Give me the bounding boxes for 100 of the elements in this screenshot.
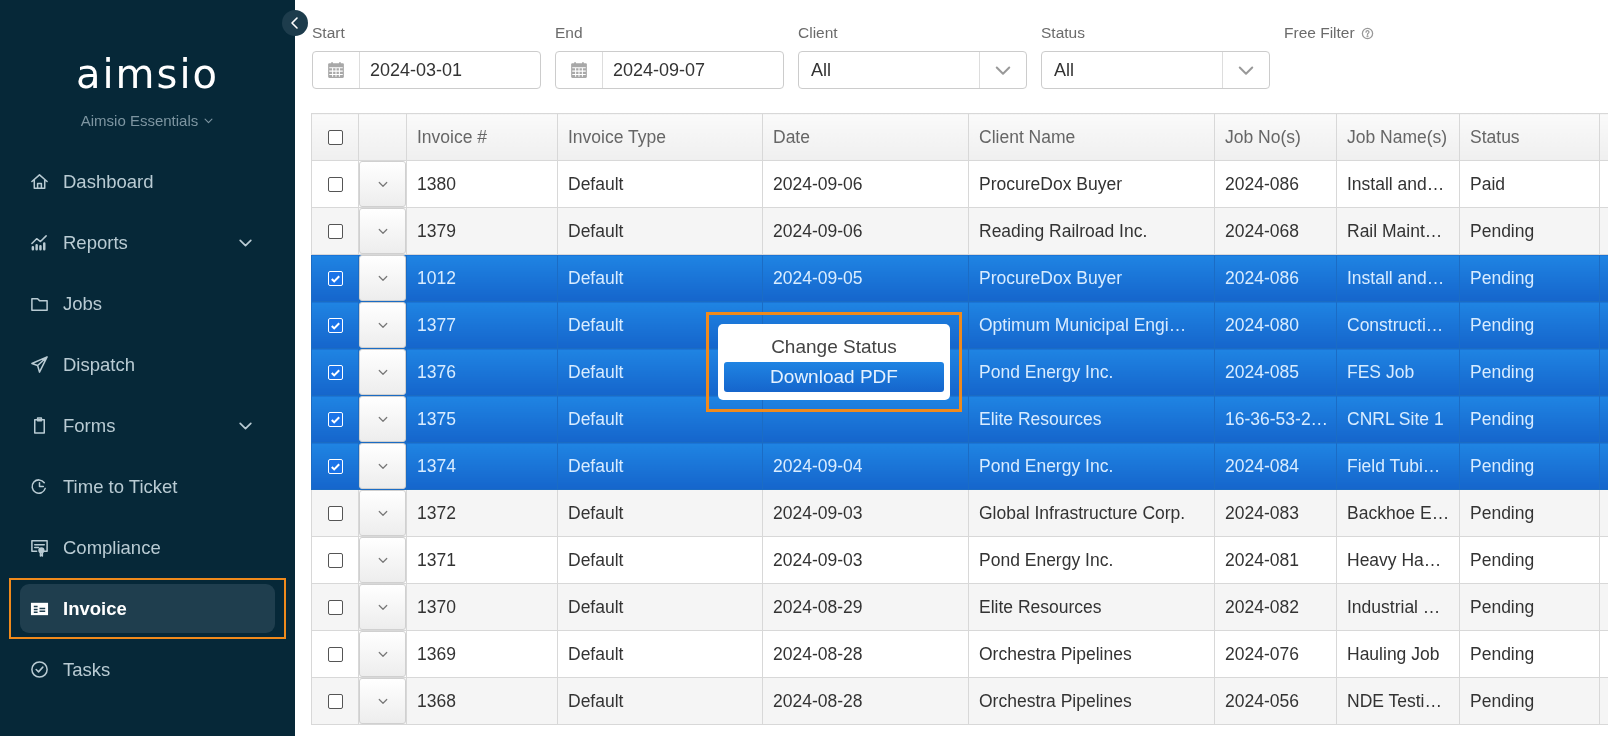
table-cell: 1374 [417, 455, 456, 476]
table-cell: 2024-08-29 [773, 596, 863, 617]
column-header[interactable]: Client Name [968, 113, 1215, 161]
table-cell: 2024-09-06 [773, 220, 863, 241]
table-cell: Pending [1470, 549, 1535, 570]
table-cell: Install and… [1347, 173, 1445, 194]
logo: aimsio [76, 50, 219, 98]
table-cell: Pending [1470, 361, 1535, 382]
table-cell: Pending [1470, 220, 1535, 241]
table-cell: Hauling Job [1347, 643, 1440, 664]
table-cell: Pending [1470, 267, 1535, 288]
sidebar-item[interactable]: Dashboard [20, 157, 275, 206]
date-field[interactable]: 2024-09-07 [555, 51, 784, 89]
menu-item[interactable]: Download PDF [724, 362, 944, 392]
table-cell: Default [568, 643, 624, 664]
sidebar-item[interactable]: Forms [20, 401, 275, 450]
table-cell: 2024-056 [1225, 690, 1299, 711]
table-cell: Pond Energy Inc. [979, 361, 1114, 382]
menu-item[interactable]: Change Status [724, 332, 944, 362]
table-cell: 1368 [417, 690, 456, 711]
table-cell: 1375 [417, 408, 456, 429]
dropdown[interactable]: All [1041, 51, 1270, 89]
table-cell: Paid [1470, 173, 1506, 194]
checkbox[interactable] [327, 600, 343, 616]
checkbox[interactable] [327, 553, 343, 569]
table-cell: CNRL Site 1 [1347, 408, 1444, 429]
table-cell: 2024-09-03 [773, 502, 863, 523]
column-header[interactable]: Date [762, 113, 969, 161]
checkbox[interactable] [327, 130, 343, 146]
table-cell: 2024-083 [1225, 502, 1299, 523]
date-input[interactable]: 2024-09-07 [603, 52, 783, 88]
table-cell: Constructi… [1347, 314, 1444, 335]
table-cell: Rail Maint… [1347, 220, 1443, 241]
table-cell: Heavy Ha… [1347, 549, 1442, 570]
date-input[interactable]: 2024-03-01 [360, 52, 540, 88]
table-cell: 2024-076 [1225, 643, 1299, 664]
table-cell: FES Job [1347, 361, 1415, 382]
workspace-switcher[interactable]: Aimsio Essentials [80, 112, 215, 129]
sidebar-item[interactable]: Time to Ticket [20, 462, 275, 511]
table-cell: Field Tubi… [1347, 455, 1441, 476]
table-cell: 2024-085 [1225, 361, 1299, 382]
help-icon[interactable] [1360, 26, 1374, 40]
table-cell: Pending [1470, 455, 1535, 476]
column-header[interactable]: Job Name(s) [1336, 113, 1460, 161]
checkbox[interactable] [327, 694, 343, 710]
checkbox[interactable] [327, 177, 343, 193]
check-icon [328, 366, 342, 380]
column-header[interactable]: Status [1459, 113, 1600, 161]
table-cell: 1380 [417, 173, 456, 194]
checkbox[interactable] [327, 506, 343, 522]
table-cell: 2024-09-04 [773, 455, 863, 476]
table-cell: Backhoe E… [1347, 502, 1450, 523]
sidebar-item[interactable]: Dispatch [20, 340, 275, 389]
table-cell: Default [568, 173, 624, 194]
check-circle-icon [30, 660, 49, 679]
column-header[interactable]: Invoice # [406, 113, 558, 161]
table-cell: Reading Railroad Inc. [979, 220, 1148, 241]
table-cell: Elite Resources [979, 408, 1102, 429]
collapse-button[interactable] [282, 10, 308, 36]
table-cell: Default [568, 267, 624, 288]
filter-label: End [555, 24, 583, 42]
dropdown[interactable]: All [798, 51, 1027, 89]
column-header[interactable]: Invoice Type [557, 113, 763, 161]
table-cell: Pending [1470, 314, 1535, 335]
check-icon [328, 413, 342, 427]
table-cell: Pending [1470, 596, 1535, 617]
sidebar-item[interactable]: Compliance [20, 523, 275, 572]
sidebar-item[interactable]: Reports [20, 218, 275, 267]
table-cell: Pending [1470, 408, 1535, 429]
table-cell: ProcureDox Buyer [979, 267, 1122, 288]
date-field[interactable]: 2024-03-01 [312, 51, 541, 89]
table-cell: Install and… [1347, 267, 1445, 288]
table-cell: 1379 [417, 220, 456, 241]
table-cell: Default [568, 596, 624, 617]
checkbox[interactable] [327, 224, 343, 240]
clock-icon [30, 477, 49, 496]
table-cell: 1372 [417, 502, 456, 523]
table-cell: Default [568, 314, 624, 335]
table-cell: Industrial … [1347, 596, 1441, 617]
table-cell: 1012 [417, 267, 456, 288]
column-header[interactable]: Job No(s) [1214, 113, 1337, 161]
table-cell: 2024-08-28 [773, 643, 863, 664]
checkbox[interactable] [327, 647, 343, 663]
sidebar-item[interactable]: Jobs [20, 279, 275, 328]
table-cell: 1377 [417, 314, 456, 335]
table-cell: Pond Energy Inc. [979, 455, 1114, 476]
sidebar-item[interactable]: Invoice [20, 584, 275, 633]
table-cell: Pending [1470, 502, 1535, 523]
table-cell: Global Infrastructure Corp. [979, 502, 1186, 523]
filter-label: Client [798, 24, 838, 42]
table-cell: Pond Energy Inc. [979, 549, 1114, 570]
table-cell: Pending [1470, 690, 1535, 711]
table-cell: Default [568, 361, 624, 382]
certificate-icon [30, 538, 49, 557]
sidebar-item[interactable]: Tasks [20, 645, 275, 694]
table-cell: Orchestra Pipelines [979, 643, 1132, 664]
table-cell: 2024-086 [1225, 173, 1299, 194]
table-cell: 1371 [417, 549, 456, 570]
table-cell: Optimum Municipal Engi… [979, 314, 1187, 335]
table-cell: Default [568, 690, 624, 711]
